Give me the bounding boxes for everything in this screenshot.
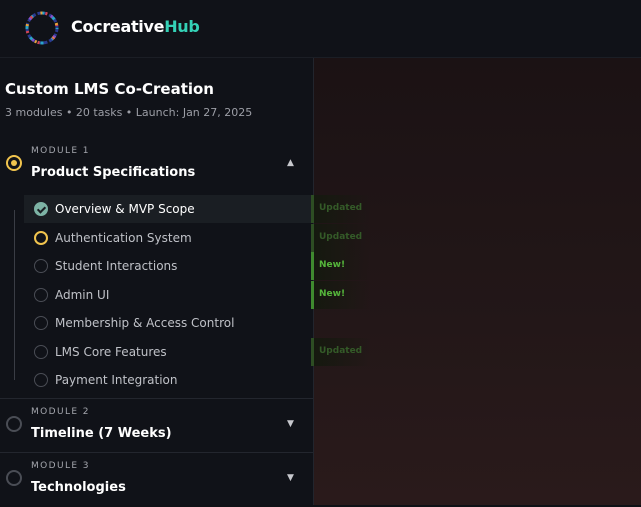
updated-badge: Updated	[311, 195, 371, 223]
module-1-label: MODULE 1	[31, 146, 90, 156]
badge-label: New!	[319, 260, 346, 270]
brand-name-part2: Hub	[164, 17, 200, 36]
updated-badge: Updated	[311, 224, 371, 252]
empty-circle-icon	[34, 345, 48, 359]
task-label: Admin UI	[55, 288, 110, 302]
task-label: Authentication System	[55, 231, 192, 245]
logo-ring-icon	[25, 11, 59, 45]
module-1-name: Product Specifications	[31, 165, 196, 180]
new-badge: New!	[311, 252, 371, 280]
empty-circle-icon	[34, 288, 48, 302]
module-2-header[interactable]: MODULE 2 Timeline (7 Weeks) ▼	[0, 399, 313, 453]
task-label: Student Interactions	[55, 259, 178, 273]
task-label: Overview & MVP Scope	[55, 202, 195, 216]
badge-label: New!	[319, 289, 346, 299]
task-label: Payment Integration	[55, 373, 178, 387]
chevron-up-icon[interactable]: ▲	[287, 158, 294, 168]
chevron-down-icon[interactable]: ▼	[287, 419, 294, 429]
module-3-name: Technologies	[31, 480, 126, 495]
task-authentication-system[interactable]: Authentication System	[24, 224, 313, 252]
check-circle-icon	[34, 202, 48, 216]
empty-circle-icon	[34, 316, 48, 330]
module-1-status-indicator	[6, 155, 22, 171]
module-2-name: Timeline (7 Weeks)	[31, 426, 172, 441]
empty-circle-icon	[34, 373, 48, 387]
badge-label: Updated	[319, 203, 363, 213]
updated-badge: Updated	[311, 338, 371, 366]
brand-name[interactable]: CocreativeHub	[71, 17, 200, 36]
module-3-status-indicator	[6, 470, 22, 486]
task-admin-ui[interactable]: Admin UI	[24, 281, 313, 309]
empty-circle-icon	[34, 259, 48, 273]
new-badge: New!	[311, 281, 371, 309]
module-1-header[interactable]: MODULE 1 Product Specifications ▲	[0, 142, 313, 196]
module-2-status-indicator	[6, 416, 22, 432]
task-lms-core-features[interactable]: LMS Core Features	[24, 338, 313, 366]
module-3-header[interactable]: MODULE 3 Technologies ▼	[0, 453, 313, 507]
course-meta: 3 modules • 20 tasks • Launch: Jan 27, 2…	[5, 106, 253, 119]
course-title: Custom LMS Co-Creation	[5, 80, 214, 98]
task-overview-mvp-scope[interactable]: Overview & MVP Scope	[24, 195, 313, 223]
task-student-interactions[interactable]: Student Interactions	[24, 252, 313, 280]
badge-label: Updated	[319, 346, 363, 356]
course-sidebar: Custom LMS Co-Creation 3 modules • 20 ta…	[0, 58, 314, 505]
task-label: LMS Core Features	[55, 345, 167, 359]
top-bar: CocreativeHub	[0, 0, 641, 58]
badge-label: Updated	[319, 232, 363, 242]
chevron-down-icon[interactable]: ▼	[287, 473, 294, 483]
in-progress-circle-icon	[34, 231, 48, 245]
module-2-label: MODULE 2	[31, 407, 90, 417]
task-membership-access-control[interactable]: Membership & Access Control	[24, 309, 313, 337]
brand-name-part1: Cocreative	[71, 17, 165, 36]
module-3-label: MODULE 3	[31, 461, 90, 471]
task-tree-line	[14, 210, 15, 380]
task-label: Membership & Access Control	[55, 316, 235, 330]
task-payment-integration[interactable]: Payment Integration	[24, 366, 313, 394]
